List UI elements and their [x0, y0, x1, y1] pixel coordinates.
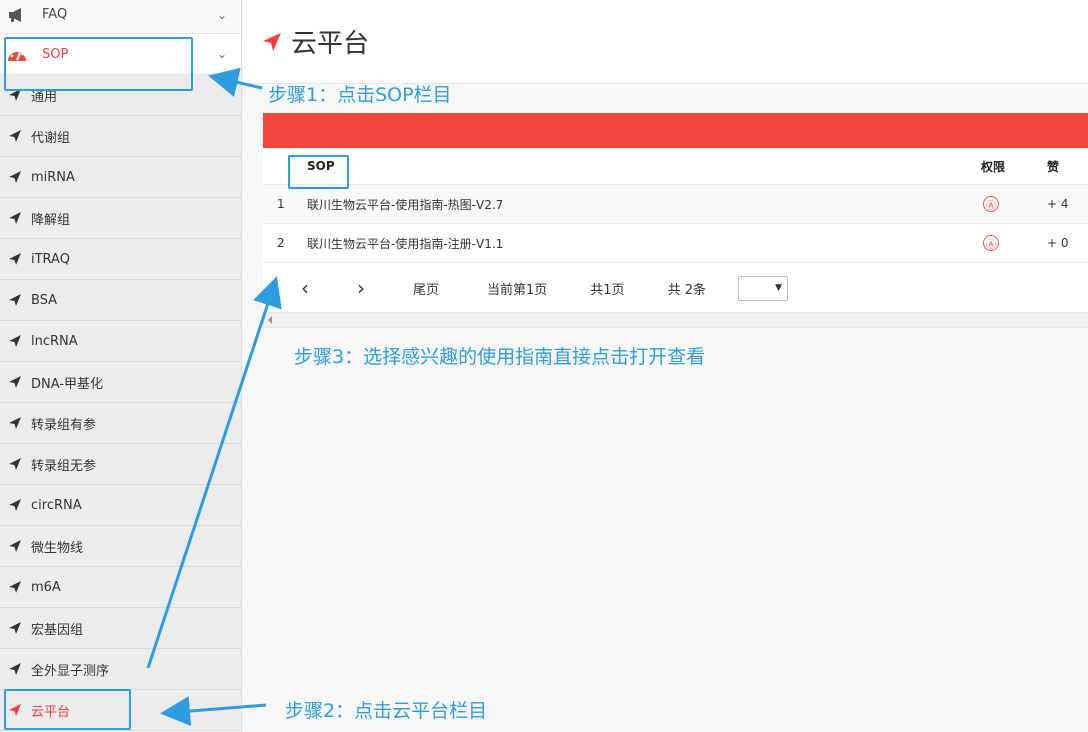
sidebar-subitem[interactable]: circRNA [0, 485, 241, 526]
permission-icon: Ⓐ [983, 235, 999, 251]
permission-icon: Ⓐ [983, 196, 999, 212]
location-arrow-icon [9, 335, 21, 347]
location-arrow-icon [9, 458, 21, 470]
sidebar-subitem-label: 转录组无参 [31, 458, 97, 474]
table-row[interactable]: 1 联川生物云平台-使用指南-热图-V2.7 Ⓐ + 4 [263, 185, 1088, 224]
sidebar-subitem[interactable]: m6A [0, 567, 241, 608]
sidebar-item-label: FAQ [42, 7, 68, 22]
highlight-box-cloud [4, 689, 131, 730]
pagination: ‹ › 尾页 当前第1页 共1页 共 2条 ▼ [263, 263, 1088, 313]
next-page-button[interactable]: › [357, 276, 365, 300]
page-header: 云平台 [243, 0, 1088, 84]
annotation-step1: 步骤1：点击SOP栏目 [268, 84, 452, 106]
total-pages-text: 共1页 [590, 282, 625, 298]
column-header-like[interactable]: 赞 [1047, 158, 1087, 175]
location-arrow-icon [9, 212, 21, 224]
last-page-button[interactable]: 尾页 [413, 279, 439, 298]
chevron-down-icon[interactable]: ⌄ [217, 8, 227, 22]
sidebar-subitem-label: iTRAQ [31, 251, 70, 267]
highlight-box-sop [4, 37, 193, 91]
location-arrow-icon [9, 130, 21, 142]
sidebar: FAQ ⌄ SOP ⌄ 通用 代谢组 miRNA 降解组 iTRAQ BSA lncRNA D… [0, 0, 242, 732]
sidebar-subitem[interactable]: 代谢组 [0, 116, 241, 157]
sidebar-item-faq[interactable]: FAQ ⌄ [0, 0, 241, 34]
column-header-permission[interactable]: 权限 [981, 158, 1047, 175]
sidebar-subitem-label: 代谢组 [31, 130, 71, 146]
location-arrow-icon [9, 294, 21, 306]
sidebar-subitem[interactable]: BSA [0, 280, 241, 321]
sidebar-subitem[interactable]: 转录组无参 [0, 444, 241, 485]
sidebar-subitem-label: circRNA [31, 497, 82, 513]
sidebar-subitem-label: lncRNA [31, 333, 78, 349]
location-arrow-icon [9, 376, 21, 388]
annotation-step2: 步骤2：点击云平台栏目 [285, 700, 488, 722]
location-arrow-icon [9, 499, 21, 511]
horizontal-scrollbar[interactable] [263, 312, 1088, 328]
sidebar-subitem-label: 降解组 [31, 212, 71, 228]
prev-page-button[interactable]: ‹ [301, 276, 309, 300]
sidebar-subitem[interactable]: lncRNA [0, 321, 241, 362]
location-arrow-icon [263, 32, 281, 51]
sidebar-subitem[interactable]: iTRAQ [0, 239, 241, 280]
location-arrow-icon [9, 540, 21, 552]
sop-link[interactable]: 联川生物云平台-使用指南-热图-V2.7 [301, 196, 981, 213]
sidebar-subitem-label: miRNA [31, 169, 75, 185]
sidebar-subitem-label: DNA-甲基化 [31, 376, 104, 392]
location-arrow-icon [9, 663, 21, 675]
like-count[interactable]: + 4 [1047, 197, 1087, 211]
page-title: 云平台 [291, 29, 370, 59]
total-items-text: 共 2条 [667, 282, 706, 298]
megaphone-icon [6, 5, 28, 25]
sidebar-subitem[interactable]: 降解组 [0, 198, 241, 239]
sidebar-subitem[interactable]: DNA-甲基化 [0, 362, 241, 403]
sidebar-subitem-label: 微生物线 [31, 540, 84, 556]
location-arrow-icon [9, 253, 21, 265]
current-page-text: 当前第1页 [487, 282, 548, 298]
page-size-select[interactable]: ▼ [737, 275, 788, 301]
chevron-down-icon[interactable]: ⌄ [217, 47, 227, 61]
location-arrow-icon [9, 171, 21, 183]
sidebar-subitem-label: m6A [31, 579, 61, 595]
column-header-sop[interactable]: SOP [301, 159, 981, 173]
sidebar-subitem-label: BSA [31, 292, 58, 308]
row-number: 1 [277, 197, 285, 211]
annotation-step3: 步骤3：选择感兴趣的使用指南直接点击打开查看 [294, 346, 706, 368]
panel-header-bar [263, 113, 1088, 148]
sop-table-panel: SOP 权限 赞 1 联川生物云平台-使用指南-热图-V2.7 Ⓐ + 4 2 联川生物云… [263, 113, 1088, 313]
location-arrow-icon [9, 622, 21, 634]
sidebar-subitem-label: 宏基因组 [31, 622, 84, 638]
location-arrow-icon [9, 581, 21, 593]
scroll-left-icon[interactable] [268, 316, 272, 324]
sidebar-subitem[interactable]: miRNA [0, 157, 241, 198]
sidebar-subitem-label: 转录组有参 [31, 417, 97, 433]
sidebar-subitem[interactable]: 微生物线 [0, 526, 241, 567]
sidebar-subitem[interactable]: 全外显子测序 [0, 649, 241, 690]
row-number: 2 [277, 236, 285, 250]
sidebar-subitem[interactable]: 转录组有参 [0, 403, 241, 444]
sop-link[interactable]: 联川生物云平台-使用指南-注册-V1.1 [301, 235, 981, 252]
highlight-box-sop-column [288, 155, 349, 189]
table-header: SOP 权限 赞 [263, 148, 1088, 185]
table-row[interactable]: 2 联川生物云平台-使用指南-注册-V1.1 Ⓐ + 0 [263, 224, 1088, 263]
location-arrow-icon [9, 417, 21, 429]
like-count[interactable]: + 0 [1047, 236, 1087, 250]
sidebar-subitem[interactable]: 宏基因组 [0, 608, 241, 649]
sidebar-subitem-label: 全外显子测序 [31, 663, 110, 679]
